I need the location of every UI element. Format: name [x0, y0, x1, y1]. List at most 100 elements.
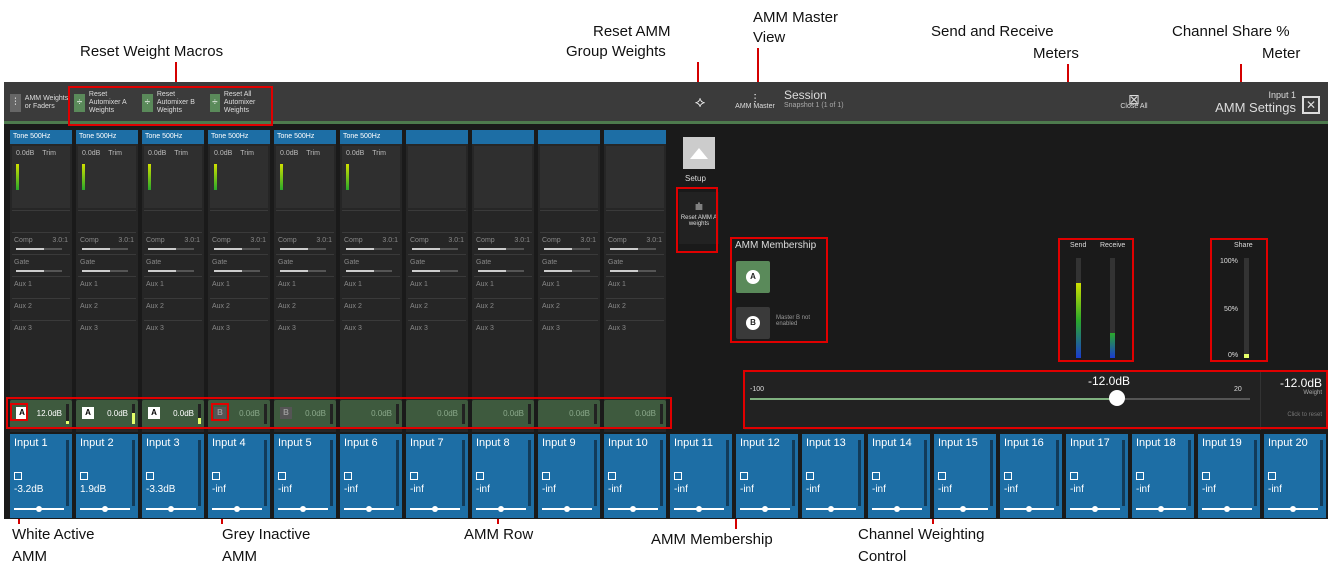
input-channel[interactable]: Input 9 -inf — [538, 434, 600, 518]
select-icon[interactable] — [542, 472, 550, 480]
amm-badge[interactable]: A — [16, 407, 28, 419]
trim-control[interactable]: 0.0dB Trim — [276, 146, 334, 208]
reset-automixer-b-button[interactable]: ÷ Reset Automixer B Weights — [142, 88, 208, 118]
aux3-section[interactable]: Aux 3 — [276, 320, 334, 342]
amm-cell[interactable]: A 0.0dB — [142, 400, 204, 428]
weight-readout-box[interactable]: -12.0dB Weight Click to reset — [1260, 370, 1328, 430]
input-fader[interactable] — [674, 506, 724, 512]
gate-section[interactable]: Gate — [78, 254, 136, 276]
aux3-section[interactable]: Aux 3 — [540, 320, 598, 342]
select-icon[interactable] — [80, 472, 88, 480]
select-icon[interactable] — [608, 472, 616, 480]
trim-control[interactable]: 0.0dB Trim — [342, 146, 400, 208]
amm-badge[interactable]: B — [280, 407, 292, 419]
eq-section[interactable] — [210, 210, 268, 232]
aux1-section[interactable]: Aux 1 — [210, 276, 268, 298]
aux1-section[interactable]: Aux 1 — [276, 276, 334, 298]
fader-knob[interactable] — [1026, 506, 1032, 512]
input-fader[interactable] — [938, 506, 988, 512]
amm-cell[interactable]: 0.0dB — [538, 400, 600, 428]
select-icon[interactable] — [674, 472, 682, 480]
aux3-section[interactable]: Aux 3 — [408, 320, 466, 342]
amm-cell[interactable]: B 0.0dB — [208, 400, 270, 428]
reset-amm-a-button[interactable]: ⩧ Reset AMM A weights — [679, 192, 719, 244]
aux1-section[interactable]: Aux 1 — [144, 276, 202, 298]
tone-label[interactable]: Tone 500Hz — [10, 130, 72, 144]
tone-label[interactable]: Tone 500Hz — [208, 130, 270, 144]
aux2-section[interactable]: Aux 2 — [606, 298, 664, 320]
amm-cell[interactable]: B 0.0dB — [274, 400, 336, 428]
fader-knob[interactable] — [1224, 506, 1230, 512]
select-icon[interactable] — [212, 472, 220, 480]
eq-section[interactable] — [540, 210, 598, 232]
trim-control[interactable]: 0.0dB Trim — [78, 146, 136, 208]
fader-knob[interactable] — [564, 506, 570, 512]
aux2-section[interactable]: Aux 2 — [342, 298, 400, 320]
amm-badge[interactable]: A — [82, 407, 94, 419]
reset-automixer-a-button[interactable]: ÷ Reset Automixer A Weights — [74, 88, 140, 118]
select-icon[interactable] — [938, 472, 946, 480]
fader-knob[interactable] — [300, 506, 306, 512]
input-channel[interactable]: Input 6 -inf — [340, 434, 402, 518]
input-channel[interactable]: Input 11 -inf — [670, 434, 732, 518]
input-channel[interactable]: Input 13 -inf — [802, 434, 864, 518]
fader-knob[interactable] — [960, 506, 966, 512]
eq-section[interactable] — [12, 210, 70, 232]
trim-control[interactable]: 0.0dB Trim — [12, 146, 70, 208]
aux1-section[interactable]: Aux 1 — [408, 276, 466, 298]
aux2-section[interactable]: Aux 2 — [210, 298, 268, 320]
comp-section[interactable]: Comp 3.0:1 — [474, 232, 532, 254]
fader-knob[interactable] — [696, 506, 702, 512]
comp-section[interactable]: Comp 3.0:1 — [78, 232, 136, 254]
tone-label[interactable] — [406, 130, 468, 144]
amm-weights-or-faders-button[interactable]: ⫶ AMM Weights or Faders — [10, 88, 70, 118]
aux1-section[interactable]: Aux 1 — [78, 276, 136, 298]
input-channel[interactable]: Input 16 -inf — [1000, 434, 1062, 518]
input-fader[interactable] — [1202, 506, 1252, 512]
amm-cell[interactable]: A 12.0dB — [10, 400, 72, 428]
input-fader[interactable] — [1070, 506, 1120, 512]
input-channel[interactable]: Input 20 -inf — [1264, 434, 1326, 518]
trim-control[interactable] — [606, 146, 664, 208]
input-channel[interactable]: Input 3 -3.3dB — [142, 434, 204, 518]
fader-knob[interactable] — [1092, 506, 1098, 512]
select-icon[interactable] — [146, 472, 154, 480]
aux1-section[interactable]: Aux 1 — [12, 276, 70, 298]
comp-section[interactable]: Comp 3.0:1 — [342, 232, 400, 254]
tone-label[interactable]: Tone 500Hz — [76, 130, 138, 144]
fader-knob[interactable] — [1290, 506, 1296, 512]
input-channel[interactable]: Input 15 -inf — [934, 434, 996, 518]
select-icon[interactable] — [806, 472, 814, 480]
amm-cell[interactable]: 0.0dB — [472, 400, 534, 428]
input-fader[interactable] — [872, 506, 922, 512]
input-channel[interactable]: Input 2 1.9dB — [76, 434, 138, 518]
fader-knob[interactable] — [894, 506, 900, 512]
aux2-section[interactable]: Aux 2 — [78, 298, 136, 320]
membership-b-button[interactable]: B — [736, 307, 770, 339]
input-channel[interactable]: Input 1 -3.2dB — [10, 434, 72, 518]
aux1-section[interactable]: Aux 1 — [474, 276, 532, 298]
gate-section[interactable]: Gate — [606, 254, 664, 276]
eq-section[interactable] — [342, 210, 400, 232]
gate-section[interactable]: Gate — [540, 254, 598, 276]
aux3-section[interactable]: Aux 3 — [144, 320, 202, 342]
aux2-section[interactable]: Aux 2 — [540, 298, 598, 320]
gate-section[interactable]: Gate — [276, 254, 334, 276]
select-icon[interactable] — [1202, 472, 1210, 480]
input-channel[interactable]: Input 7 -inf — [406, 434, 468, 518]
aux1-section[interactable]: Aux 1 — [342, 276, 400, 298]
gate-section[interactable]: Gate — [474, 254, 532, 276]
aux2-section[interactable]: Aux 2 — [12, 298, 70, 320]
input-fader[interactable] — [740, 506, 790, 512]
input-fader[interactable] — [14, 506, 64, 512]
gate-section[interactable]: Gate — [144, 254, 202, 276]
close-all-button[interactable]: ⊠ Close All — [1114, 88, 1154, 118]
input-channel[interactable]: Input 5 -inf — [274, 434, 336, 518]
input-channel[interactable]: Input 19 -inf — [1198, 434, 1260, 518]
setup-button[interactable] — [683, 137, 715, 169]
aux3-section[interactable]: Aux 3 — [342, 320, 400, 342]
input-fader[interactable] — [278, 506, 328, 512]
input-fader[interactable] — [608, 506, 658, 512]
amm-badge[interactable]: A — [148, 407, 160, 419]
select-icon[interactable] — [14, 472, 22, 480]
